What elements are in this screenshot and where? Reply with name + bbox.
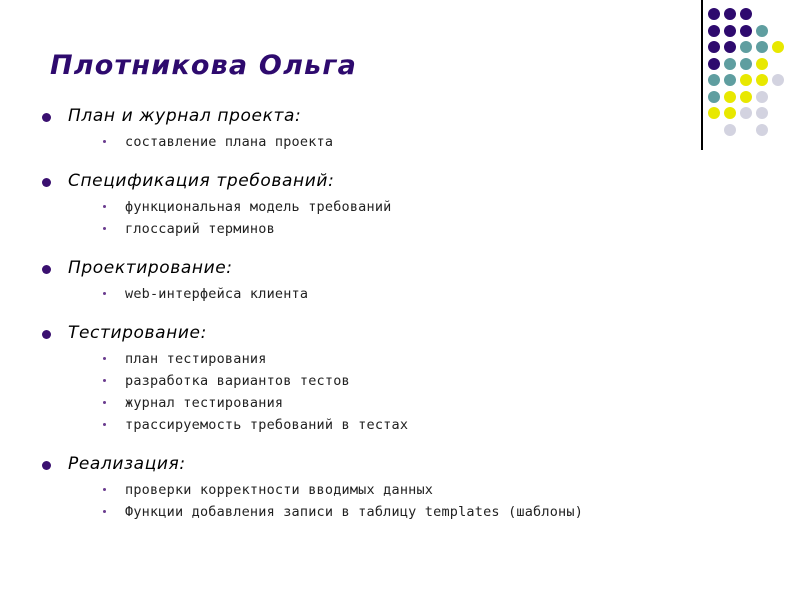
outline-heading: Спецификация требований: [36,169,736,194]
decor-dot [708,74,720,86]
list-item-label: глоссарий терминов [125,221,275,237]
decor-dot [756,123,768,136]
outline-group: Проектирование: web-интерфейса клиента [36,256,736,305]
outline-group: Реализация: проверки корректности вводимы… [36,452,736,523]
list-item: проверки корректности вводимых данных [36,479,736,501]
bullet-level1-icon [42,113,51,122]
decor-dot [724,90,736,103]
bullet-level1-icon [42,178,51,187]
list-item: функциональная модель требований [36,196,736,218]
decor-dot [708,41,720,53]
bullet-level2-icon [103,292,106,295]
bullet-level2-icon [103,401,106,404]
list-item-label: трассируемость требований в тестах [125,417,409,433]
outline-sublist: функциональная модель требований глоссари… [36,196,736,240]
bullet-level1-icon [42,265,51,274]
outline-heading: Тестирование: [36,321,736,346]
decor-dot [740,57,752,70]
decor-dot [756,90,768,103]
decor-dot [772,41,784,53]
outline-heading-label: Спецификация требований: [68,171,335,191]
list-item-label: функциональная модель требований [125,199,392,215]
list-item-label: журнал тестирования [125,395,284,411]
bullet-level2-icon [103,423,106,426]
list-item: трассируемость требований в тестах [36,414,736,436]
decor-dot [772,74,784,86]
list-item-label: план тестирования [125,351,267,367]
outline-heading: Реализация: [36,452,736,477]
list-item: web-интерфейса клиента [36,283,736,305]
outline-heading-label: План и журнал проекта: [68,106,302,126]
list-item-label: разработка вариантов тестов [125,373,350,389]
outline-group: План и журнал проекта: составление плана … [36,104,736,153]
list-item-label: Функции добавления записи в таблицу temp… [125,504,584,520]
outline-group: Тестирование: план тестирования разработка… [36,321,736,436]
bullet-level2-icon [103,140,106,143]
page-title: Плотникова Ольга [50,50,358,81]
bullet-level2-icon [103,205,106,208]
bullet-level2-icon [103,379,106,382]
outline-sublist: проверки корректности вводимых данных Фун… [36,479,736,523]
bullet-level2-icon [103,488,106,491]
list-item-label: web-интерфейса клиента [125,286,309,302]
decor-dot [708,57,720,70]
decor-dot [740,74,752,86]
decor-dot [724,41,736,53]
list-item: разработка вариантов тестов [36,370,736,392]
decor-dot [724,24,736,37]
bullet-level2-icon [103,357,106,360]
decor-dot [756,57,768,70]
decor-dot [740,24,752,37]
list-item: глоссарий терминов [36,218,736,240]
decor-dot [740,107,752,119]
decor-dot [724,74,736,86]
decor-dot [740,41,752,53]
outline-list: План и журнал проекта: составление плана … [36,104,736,523]
decor-dot [756,107,768,119]
decor-dot [724,57,736,70]
decor-dot [756,74,768,86]
list-item-label: проверки корректности вводимых данных [125,482,434,498]
decor-dot [740,8,752,20]
decor-dot [740,90,752,103]
bullet-level1-icon [42,330,51,339]
decor-dot [708,24,720,37]
outline-heading-label: Проектирование: [68,258,233,278]
outline-heading-label: Тестирование: [68,323,207,343]
list-item: план тестирования [36,348,736,370]
outline-heading: План и журнал проекта: [36,104,736,129]
decor-dot [708,8,720,20]
list-item-label: составление плана проекта [125,134,334,150]
list-item: составление плана проекта [36,131,736,153]
decor-dot [756,41,768,53]
bullet-level2-icon [103,227,106,230]
outline-group: Спецификация требований: функциональная м… [36,169,736,240]
outline-heading: Проектирование: [36,256,736,281]
list-item: Функции добавления записи в таблицу temp… [36,501,736,523]
bullet-level1-icon [42,461,51,470]
bullet-level2-icon [103,510,106,513]
slide-canvas: Плотникова Ольга План и журнал проекта: с… [0,0,800,600]
decor-dot [708,90,720,103]
list-item: журнал тестирования [36,392,736,414]
outline-sublist: web-интерфейса клиента [36,283,736,305]
decor-dot [756,24,768,37]
outline-sublist: составление плана проекта [36,131,736,153]
outline-sublist: план тестирования разработка вариантов те… [36,348,736,436]
decor-dot [724,8,736,20]
outline-heading-label: Реализация: [68,454,186,474]
